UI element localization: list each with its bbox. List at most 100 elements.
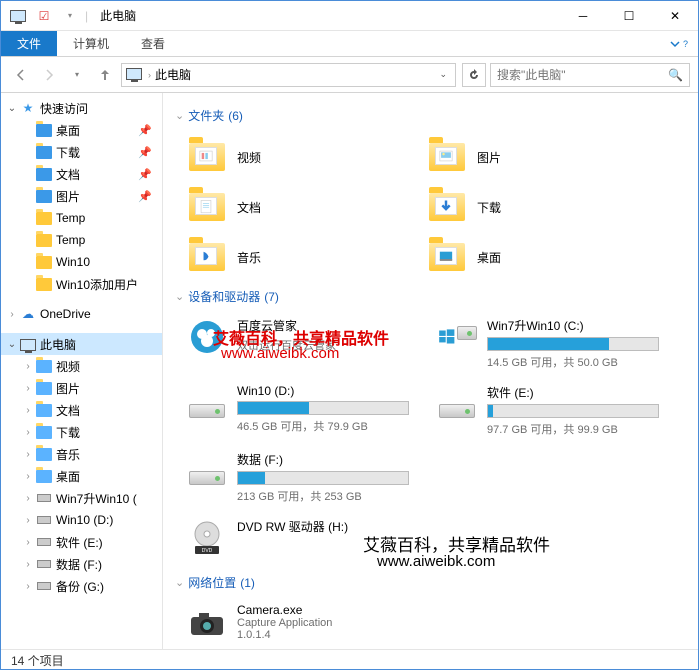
drive-item[interactable]: Win7升Win10 (C:) 14.5 GB 可用，共 50.0 GB (425, 313, 675, 380)
folder-icon (187, 237, 227, 277)
address-dropdown[interactable]: ⌄ (435, 69, 451, 80)
drive-item[interactable]: 软件 (E:) 97.7 GB 可用，共 99.9 GB (425, 380, 675, 447)
tree-pc-item[interactable]: ›下载 (1, 421, 162, 443)
tree-pc-item[interactable]: ›桌面 (1, 465, 162, 487)
item-icon (35, 446, 53, 462)
drive-icon (437, 384, 477, 424)
drive-baidu[interactable]: 百度云管家双击运行百度云管家 (175, 313, 425, 380)
folder-item[interactable]: 音乐 (175, 232, 415, 282)
drive-item[interactable]: Win10 (D:) 46.5 GB 可用，共 79.9 GB (175, 380, 425, 447)
folder-item[interactable]: 图片 (415, 132, 655, 182)
search-input[interactable] (497, 68, 668, 82)
tree-quick-item[interactable]: 下载📌 (1, 141, 162, 163)
camera-desc: Capture Application (237, 617, 332, 629)
address-bar[interactable]: › 此电脑 ⌄ (121, 63, 456, 87)
tree-pc-item[interactable]: ›文档 (1, 399, 162, 421)
tab-view[interactable]: 查看 (125, 31, 181, 56)
folder-item[interactable]: 视频 (175, 132, 415, 182)
tab-file[interactable]: 文件 (1, 31, 57, 56)
item-icon (35, 578, 53, 594)
folder-icon (187, 187, 227, 227)
item-icon (35, 490, 53, 506)
network-item-camera[interactable]: Camera.exe Capture Application 1.0.1.4 (175, 599, 686, 649)
navbar: ▾ › 此电脑 ⌄ 🔍 (1, 57, 698, 93)
folder-icon (35, 254, 53, 270)
folder-item[interactable]: 桌面 (415, 232, 655, 282)
camera-version: 1.0.1.4 (237, 629, 332, 641)
folder-icon (35, 144, 53, 160)
folder-icon (427, 187, 467, 227)
qat-dropdown-icon[interactable]: ▾ (59, 5, 81, 27)
forward-button[interactable] (37, 63, 61, 87)
minimize-button[interactable]: ─ (560, 1, 606, 31)
recent-dropdown[interactable]: ▾ (65, 63, 89, 87)
dvd-icon: DVD (187, 518, 227, 558)
window-title: 此电脑 (100, 7, 136, 24)
ribbon-expand-button[interactable]: ? (659, 31, 698, 56)
qat-properties-icon[interactable]: ☑ (33, 5, 55, 27)
camera-name: Camera.exe (237, 603, 332, 617)
tree-pc-item[interactable]: ›软件 (E:) (1, 531, 162, 553)
drive-usage-bar (487, 337, 659, 351)
tree-quick-item[interactable]: 图片📌 (1, 185, 162, 207)
drive-usage-bar (237, 401, 409, 415)
sidebar[interactable]: ⌄ ★ 快速访问 桌面📌下载📌文档📌图片📌TempTempWin10Win10添… (1, 93, 163, 649)
tree-quick-item[interactable]: 文档📌 (1, 163, 162, 185)
drive-usage-bar (237, 471, 409, 485)
drive-dvd[interactable]: DVD DVD RW 驱动器 (H:) (175, 514, 675, 568)
folder-icon (35, 188, 53, 204)
tree-pc-item[interactable]: ›数据 (F:) (1, 553, 162, 575)
tree-pc-item[interactable]: ›图片 (1, 377, 162, 399)
drive-item[interactable]: 数据 (F:) 213 GB 可用，共 253 GB (175, 447, 425, 514)
cloud-icon: ☁ (19, 306, 37, 322)
maximize-button[interactable]: ☐ (606, 1, 652, 31)
ribbon: 文件 计算机 查看 ? (1, 31, 698, 57)
pc-icon (19, 336, 37, 352)
content-pane[interactable]: ⌄ 文件夹 (6) 视频图片文档下载音乐桌面 ⌄ 设备和驱动器 (7) 百度云管… (163, 93, 698, 649)
tree-quick-item[interactable]: 桌面📌 (1, 119, 162, 141)
baidu-icon (187, 317, 227, 357)
folder-item[interactable]: 下载 (415, 182, 655, 232)
statusbar: 14 个项目 (1, 649, 698, 671)
tree-quick-item[interactable]: Win10添加用户 (1, 273, 162, 295)
close-button[interactable]: ✕ (652, 1, 698, 31)
pin-icon: 📌 (138, 124, 158, 137)
refresh-button[interactable] (462, 63, 486, 87)
item-icon (35, 358, 53, 374)
camera-icon (187, 603, 227, 643)
tree-pc-item[interactable]: ›Win10 (D:) (1, 509, 162, 531)
folder-item[interactable]: 文档 (175, 182, 415, 232)
svg-text:DVD: DVD (202, 548, 213, 554)
tree-quick-access[interactable]: ⌄ ★ 快速访问 (1, 97, 162, 119)
item-icon (35, 468, 53, 484)
tree-quick-item[interactable]: Temp (1, 207, 162, 229)
pin-icon: 📌 (138, 190, 158, 203)
group-devices[interactable]: ⌄ 设备和驱动器 (7) (175, 288, 686, 305)
group-folders[interactable]: ⌄ 文件夹 (6) (175, 107, 686, 124)
tree-quick-item[interactable]: Temp (1, 229, 162, 251)
tree-pc-item[interactable]: ›备份 (G:) (1, 575, 162, 597)
star-icon: ★ (19, 100, 37, 116)
search-bar[interactable]: 🔍 (490, 63, 690, 87)
item-icon (35, 556, 53, 572)
status-items-count: 14 个项目 (11, 652, 64, 669)
folder-icon (35, 276, 53, 292)
titlebar: ☑ ▾ | 此电脑 ─ ☐ ✕ (1, 1, 698, 31)
system-menu-icon[interactable] (7, 5, 29, 27)
search-icon: 🔍 (668, 68, 683, 82)
folder-icon (35, 232, 53, 248)
tree-this-pc[interactable]: ⌄ 此电脑 (1, 333, 162, 355)
up-button[interactable] (93, 63, 117, 87)
folder-icon (427, 137, 467, 177)
tree-onedrive[interactable]: › ☁ OneDrive (1, 303, 162, 325)
tree-pc-item[interactable]: ›音乐 (1, 443, 162, 465)
folder-icon (35, 166, 53, 182)
tree-quick-item[interactable]: Win10 (1, 251, 162, 273)
back-button[interactable] (9, 63, 33, 87)
tree-pc-item[interactable]: ›视频 (1, 355, 162, 377)
tab-computer[interactable]: 计算机 (57, 31, 125, 56)
folder-icon (187, 137, 227, 177)
tree-pc-item[interactable]: ›Win7升Win10 ( (1, 487, 162, 509)
group-network[interactable]: ⌄ 网络位置 (1) (175, 574, 686, 591)
address-text: 此电脑 (155, 66, 435, 83)
